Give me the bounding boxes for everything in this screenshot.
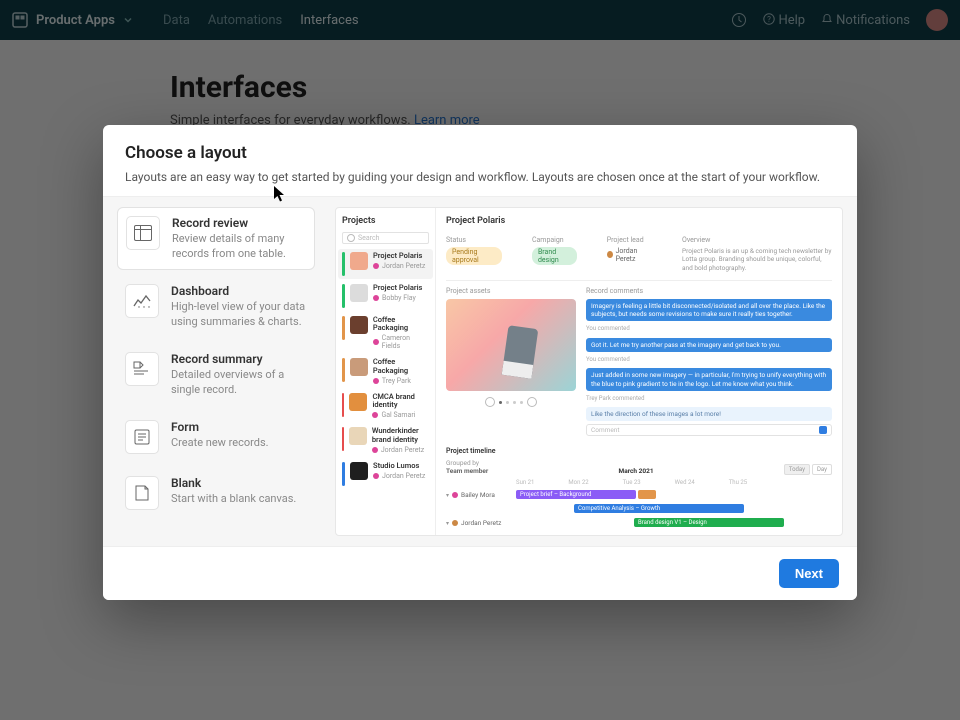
project-lead: Jordan Peretz	[607, 247, 652, 263]
preview-list-title: Projects	[342, 216, 429, 226]
preview-list-item[interactable]: Coffee PackagingCameron Fields	[342, 316, 429, 351]
comment: Imagery is feeling a little bit disconne…	[586, 299, 832, 321]
preview-list-item[interactable]: Coffee PackagingTrey Park	[342, 358, 429, 385]
layout-options: Record review Review details of many rec…	[117, 207, 315, 536]
preview-list-item[interactable]: Studio LumosJordan Peretz	[342, 462, 429, 486]
project-timeline: Project timeline Grouped by Team member …	[446, 447, 832, 530]
project-overview: Project Polaris is an up & coming tech n…	[682, 247, 832, 272]
preview-list-item[interactable]: Project PolarisJordan Peretz	[338, 249, 433, 279]
layout-record-summary-icon	[125, 352, 159, 386]
choose-layout-modal: Choose a layout Layouts are an easy way …	[103, 125, 857, 600]
carousel-dot[interactable]	[513, 401, 516, 404]
layout-option-dashboard[interactable]: Dashboard High-level view of your data u…	[117, 276, 315, 338]
timeline-row: Jordan PeretzBrand design V1 – Design	[446, 516, 832, 530]
opt-desc: Review details of many records from one …	[172, 232, 306, 262]
layout-option-record-summary[interactable]: Record summary Detailed overviews of a s…	[117, 344, 315, 406]
comment: You commented	[586, 324, 832, 335]
layout-blank-icon	[125, 476, 159, 510]
preview-list-item[interactable]: CMCA brand identityGal Samari	[342, 393, 429, 420]
status-badge: Pending approval	[446, 247, 502, 265]
carousel-dot[interactable]	[506, 401, 509, 404]
layout-record-review-icon	[126, 216, 160, 250]
comment: Got it. Let me try another pass at the i…	[586, 338, 832, 352]
timeline-row: Competitive Analysis – Growth	[446, 502, 832, 516]
preview-list-item[interactable]: Project PolarisBobby Flay	[342, 284, 429, 308]
carousel-next[interactable]	[527, 397, 537, 407]
timeline-bar[interactable]: Brand design V1 – Design	[634, 518, 784, 527]
comment: Trey Park commented	[586, 394, 832, 405]
asset-image[interactable]	[446, 299, 576, 391]
comment: Just added in some new imagery — in part…	[586, 368, 832, 390]
campaign-badge: Brand design	[532, 247, 577, 265]
timeline-day-button[interactable]: Day	[812, 464, 832, 475]
layout-option-form[interactable]: Form Create new records.	[117, 412, 315, 462]
comment: Like the direction of these images a lot…	[586, 407, 832, 421]
preview-search-input[interactable]: Search	[342, 232, 429, 244]
next-button[interactable]: Next	[779, 559, 839, 588]
timeline-today-button[interactable]: Today	[784, 464, 810, 475]
comment-input[interactable]: Comment	[586, 424, 832, 436]
carousel-dot[interactable]	[499, 401, 502, 404]
layout-option-blank[interactable]: Blank Start with a blank canvas.	[117, 468, 315, 518]
preview-record-detail: Project Polaris Status Pending approval …	[436, 208, 842, 535]
layout-dashboard-icon	[125, 284, 159, 318]
timeline-row: Bailey MoraProject brief – Background	[446, 488, 832, 502]
timeline-bar[interactable]: Competitive Analysis – Growth	[574, 504, 744, 513]
send-icon[interactable]	[819, 426, 827, 434]
comment: You commented	[586, 355, 832, 366]
preview-detail-title: Project Polaris	[446, 216, 832, 226]
timeline-bar[interactable]	[638, 490, 656, 499]
layout-preview: Projects Search Project PolarisJordan Pe…	[335, 207, 843, 536]
preview-record-list: Projects Search Project PolarisJordan Pe…	[336, 208, 436, 535]
modal-subtitle: Layouts are an easy way to get started b…	[125, 169, 835, 186]
opt-title: Record review	[172, 216, 306, 230]
asset-carousel	[446, 397, 576, 407]
layout-form-icon	[125, 420, 159, 454]
carousel-dot[interactable]	[520, 401, 523, 404]
carousel-prev[interactable]	[485, 397, 495, 407]
modal-title: Choose a layout	[125, 143, 835, 163]
preview-list-item[interactable]: Wunderkinder brand identityJordan Peretz	[342, 427, 429, 454]
layout-option-record-review[interactable]: Record review Review details of many rec…	[117, 207, 315, 271]
timeline-bar[interactable]: Project brief – Background	[516, 490, 636, 499]
